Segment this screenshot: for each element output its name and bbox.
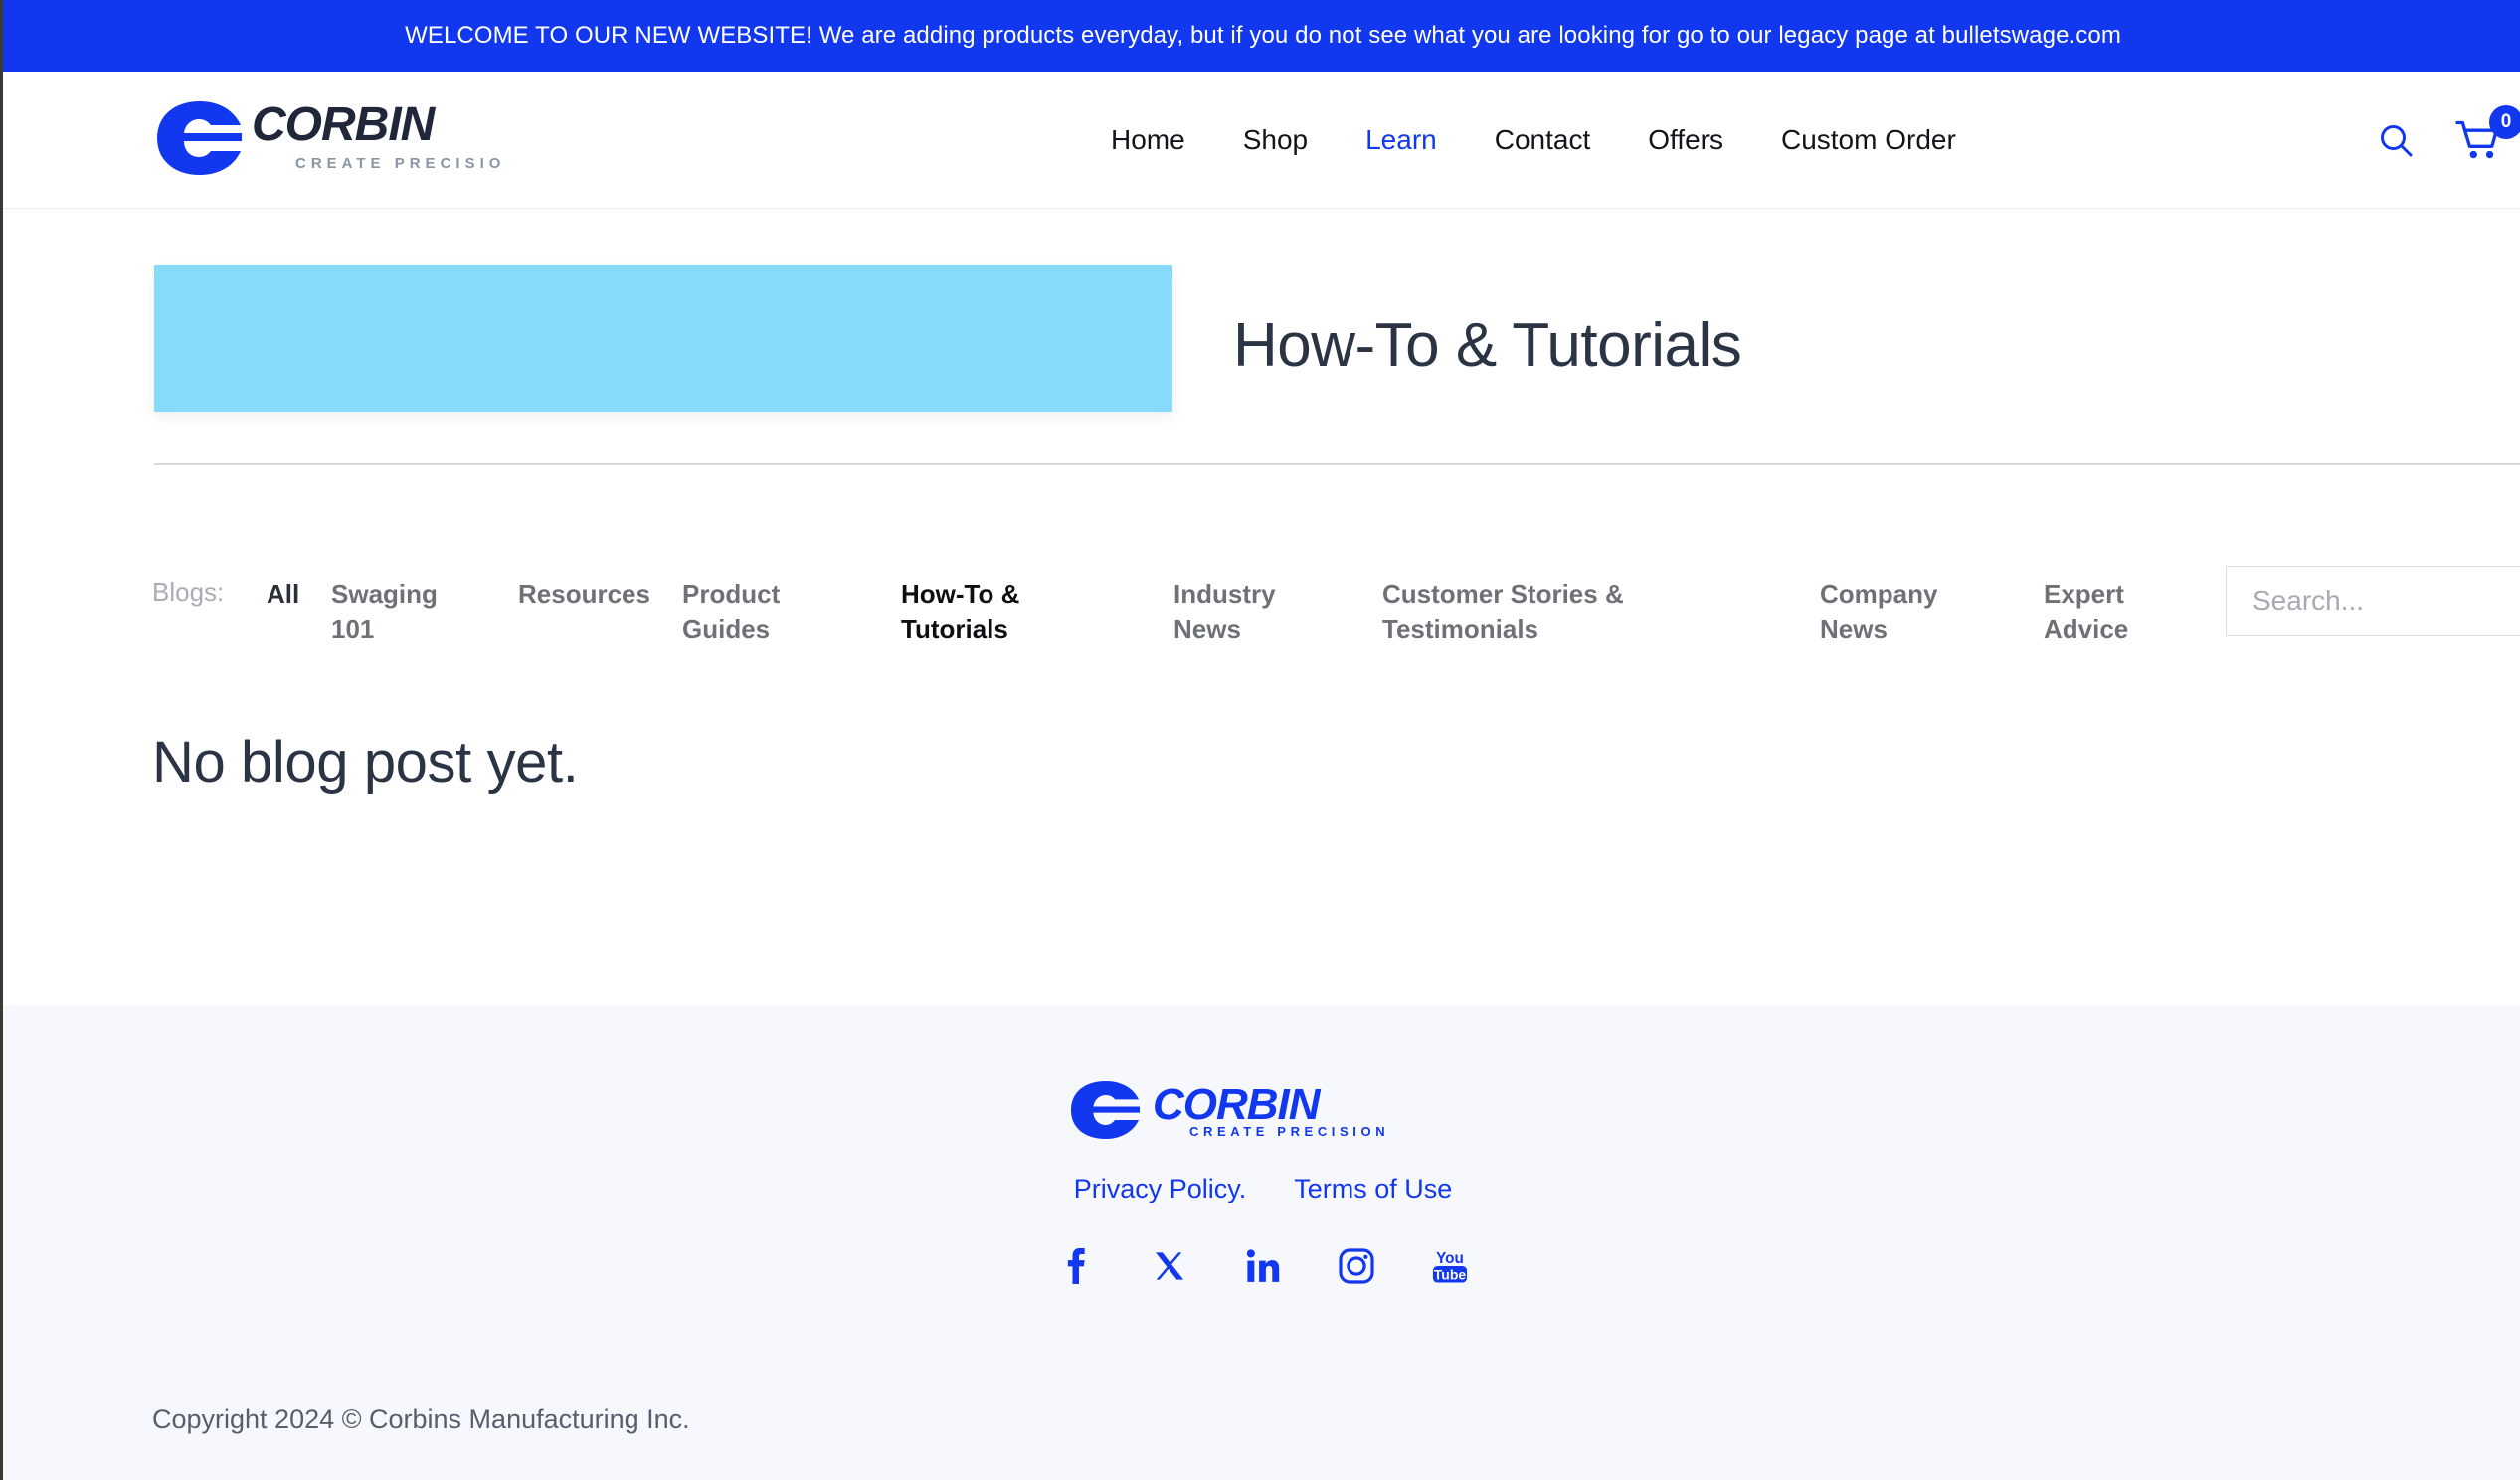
announcement-banner: WELCOME TO OUR NEW WEBSITE! We are addin…: [3, 0, 2520, 72]
blog-list-area: No blog post yet.: [3, 686, 2520, 1005]
site-footer: CORBIN CREATE PRECISION Privacy Policy. …: [3, 1005, 2520, 1480]
blog-category-swaging-101[interactable]: Swaging 101: [331, 577, 480, 647]
footer-links: Privacy Policy. Terms of Use: [1074, 1174, 1453, 1204]
section-divider: [154, 463, 2520, 465]
youtube-icon: You Tube: [1432, 1250, 1468, 1283]
nav-item-contact[interactable]: Contact: [1466, 126, 1620, 154]
x-twitter-icon: [1156, 1252, 1184, 1280]
hero-thumbnail-image: [154, 265, 1172, 412]
main-navigation: Home Shop Learn Contact Offers Custom Or…: [1082, 72, 1985, 209]
empty-state-message: No blog post yet.: [152, 730, 579, 795]
svg-text:Tube: Tube: [1434, 1266, 1467, 1282]
blog-category-resources[interactable]: Resources: [518, 577, 677, 612]
nav-item-custom-order[interactable]: Custom Order: [1752, 126, 1985, 154]
blog-category-all[interactable]: All: [267, 577, 336, 612]
blog-category-product-guides[interactable]: Product Guides: [682, 577, 831, 647]
header-actions: 0: [2376, 72, 2520, 209]
page-root: WELCOME TO OUR NEW WEBSITE! We are addin…: [0, 0, 2520, 1480]
blog-category-bar: Blogs: All Swaging 101 Resources Product…: [3, 557, 2520, 686]
footer-link-privacy-policy[interactable]: Privacy Policy.: [1074, 1174, 1247, 1204]
nav-item-shop[interactable]: Shop: [1214, 126, 1337, 154]
blog-category-industry-news[interactable]: Industry News: [1173, 577, 1313, 647]
footer-brand-tagline: CREATE PRECISION: [1189, 1124, 1389, 1139]
linkedin-icon: [1246, 1249, 1280, 1282]
facebook-icon: [1067, 1248, 1085, 1284]
blogs-label: Blogs:: [152, 577, 225, 607]
site-header: CORBIN CREATE PRECISION Home Shop Learn …: [3, 72, 2520, 209]
page-title: How-To & Tutorials: [1233, 310, 1742, 380]
nav-item-offers[interactable]: Offers: [1619, 126, 1752, 154]
blog-category-expert-advice[interactable]: Expert Advice: [2044, 577, 2173, 647]
social-link-linkedin[interactable]: [1241, 1244, 1285, 1288]
copyright-text: Copyright 2024 © Corbins Manufacturing I…: [152, 1404, 690, 1434]
blog-category-company-news[interactable]: Company News: [1820, 577, 1969, 647]
hero-section: How-To & Tutorials: [3, 209, 2520, 458]
corbin-tagline-text: CREATE PRECISION: [295, 155, 500, 172]
footer-link-terms-of-use[interactable]: Terms of Use: [1294, 1174, 1452, 1204]
footer-content: CORBIN CREATE PRECISION Privacy Policy. …: [3, 1005, 2520, 1288]
social-link-x[interactable]: [1148, 1244, 1191, 1288]
corbin-wordmark-text: CORBIN: [252, 99, 437, 151]
site-logo[interactable]: CORBIN CREATE PRECISION: [154, 99, 500, 177]
announcement-text: WELCOME TO OUR NEW WEBSITE! We are addin…: [405, 22, 2121, 49]
blog-category-how-to-tutorials[interactable]: How-To & Tutorials: [901, 577, 1055, 647]
footer-corbin-logo: CORBIN CREATE PRECISION: [1071, 1080, 1389, 1139]
footer-logo[interactable]: CORBIN CREATE PRECISION: [1069, 1079, 1457, 1146]
social-links: You Tube: [1054, 1244, 1472, 1288]
corbin-c-mark-icon: [157, 101, 242, 175]
social-link-instagram[interactable]: [1335, 1244, 1378, 1288]
corbin-wordmark: CORBIN: [252, 99, 438, 151]
social-link-youtube[interactable]: You Tube: [1428, 1244, 1472, 1288]
social-link-facebook[interactable]: [1054, 1244, 1098, 1288]
blog-search-input[interactable]: [2226, 566, 2520, 636]
nav-item-learn[interactable]: Learn: [1337, 126, 1466, 154]
instagram-icon: [1339, 1248, 1374, 1284]
search-button[interactable]: [2376, 120, 2416, 160]
footer-brand-name: CORBIN: [1153, 1080, 1322, 1129]
corbin-tagline: CREATE PRECISION: [295, 155, 500, 172]
cart-button[interactable]: 0: [2455, 105, 2520, 161]
logo-wordmark-group: CORBIN CREATE PRECISION: [252, 99, 500, 173]
svg-text:You: You: [1436, 1250, 1464, 1267]
search-icon: [2381, 125, 2413, 157]
blog-category-customer-stories[interactable]: Customer Stories & Testimonials: [1382, 577, 1651, 647]
nav-item-home[interactable]: Home: [1082, 126, 1214, 154]
cart-count-badge: 0: [2489, 105, 2520, 139]
